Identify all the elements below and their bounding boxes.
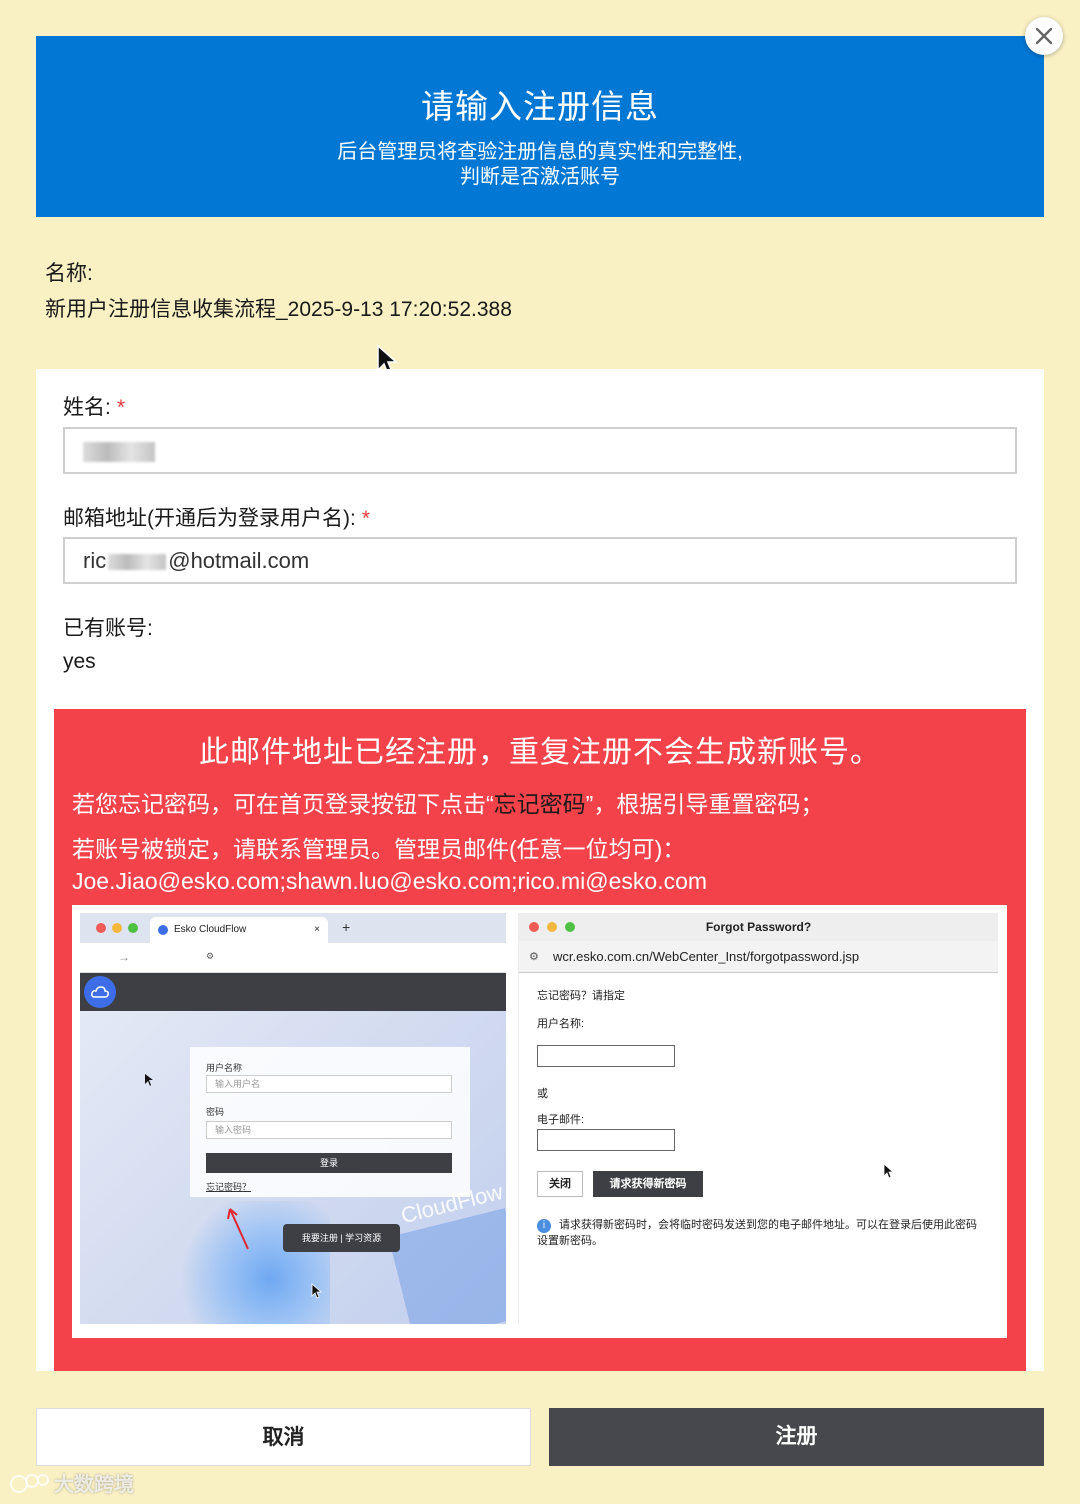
- login-password-label: 密码: [206, 1107, 225, 1117]
- fullname-label-text: 姓名:: [63, 396, 111, 419]
- window-min-dot: [547, 922, 557, 932]
- login-button: 登录: [206, 1153, 452, 1173]
- tab-title: Esko CloudFlow: [174, 924, 247, 935]
- register-resources-button: 我要注册 | 学习资源: [283, 1224, 400, 1252]
- process-meta: 名称: 新用户注册信息收集流程_2025-9-13 17:20:52.388: [45, 256, 512, 328]
- forgot-email-label: 电子邮件:: [537, 1114, 585, 1126]
- forgot-password-screenshot: Forgot Password? ⚙ wcr.esko.com.cn/WebCe…: [518, 913, 998, 1324]
- close-icon: [1035, 27, 1053, 45]
- forgot-prompt: 忘记密码？请指定: [537, 990, 625, 1002]
- forgot-password-link: 忘记密码？: [206, 1182, 252, 1192]
- email-label: 邮箱地址(开通后为登录用户名): *: [63, 502, 370, 532]
- required-mark: *: [361, 507, 371, 530]
- cloudflow-favicon-icon: [158, 925, 168, 935]
- cursor-icon: [883, 1163, 895, 1179]
- login-username-input: 输入用户名: [206, 1075, 452, 1093]
- tab-close-icon: ×: [314, 924, 320, 935]
- email-label-text: 邮箱地址(开通后为登录用户名):: [63, 507, 356, 530]
- warning-forgot-post: ”，根据引导重置密码；: [585, 791, 824, 817]
- watermark-logo-icon: [10, 1473, 49, 1493]
- popup-urlbar: ⚙ wcr.esko.com.cn/WebCenter_Inst/forgotp…: [519, 941, 998, 973]
- forgot-note-text: 请求获得新密码时，会将临时密码发送到您的电子邮件地址。可以在登录后使用此密码设置…: [537, 1219, 977, 1247]
- home-icon: ⌂: [174, 949, 182, 963]
- warning-locked-line: 若账号被锁定，请联系管理员。管理员邮件(任意一位均可)：: [72, 836, 686, 862]
- popup-titlebar: Forgot Password?: [519, 913, 998, 941]
- new-tab-icon: +: [342, 919, 351, 935]
- browser-tab: Esko CloudFlow ×: [150, 917, 328, 943]
- login-username-label: 用户名称: [206, 1063, 243, 1073]
- login-password-input: 输入密码: [206, 1121, 452, 1139]
- form-header: 请输入注册信息 后台管理员将查验注册信息的真实性和完整性, 判断是否激活账号: [36, 36, 1044, 217]
- watermark-text: 大数跨境: [54, 1474, 134, 1496]
- form-panel: 姓名: * 邮箱地址(开通后为登录用户名): * ric @hotmail.com 已…: [36, 369, 1044, 1371]
- browser-tabbar: Esko CloudFlow × +: [80, 913, 506, 943]
- window-max-dot: [128, 923, 138, 933]
- forgot-note: i 请求获得新密码时，会将临时密码发送到您的电子邮件地址。可以在登录后使用此密码设…: [537, 1217, 987, 1249]
- request-new-password-button: 请求获得新密码: [593, 1171, 703, 1197]
- browser-urlbar: ← → ↻ ⌂ ⚙ wcr.esko.com.cn/WebCenter_Inst…: [80, 943, 506, 973]
- cursor-icon: [311, 1283, 323, 1299]
- instruction-screenshot: Esko CloudFlow × + ← → ↻ ⌂ ⚙ wcr.esko.co…: [72, 905, 1007, 1338]
- login-content: CloudFlow 用户名称 输入用户名 密码 输入密码 登录 忘记密码？ 我要…: [80, 1011, 506, 1324]
- existing-account-label: 已有账号:: [63, 617, 153, 640]
- app-topbar: [80, 973, 506, 1011]
- forgot-username-input: [537, 1045, 675, 1067]
- form-title: 请输入注册信息: [421, 88, 659, 125]
- process-name-label: 名称:: [45, 262, 93, 285]
- redacted-name: [83, 442, 155, 463]
- cancel-button[interactable]: 取消: [36, 1408, 531, 1466]
- existing-account-value: yes: [63, 650, 96, 673]
- site-settings-icon: ⚙: [529, 951, 539, 963]
- forgot-email-input: [537, 1129, 675, 1151]
- duplicate-warning: 此邮件地址已经注册，重复注册不会生成新账号。 若您忘记密码，可在首页登录按钮下点…: [54, 709, 1026, 1371]
- back-icon: ←: [90, 950, 102, 964]
- redacted-email: [108, 554, 167, 571]
- forgot-url: wcr.esko.com.cn/WebCenter_Inst/forgotpas…: [553, 949, 860, 964]
- fullname-input[interactable]: [63, 427, 1017, 474]
- subtitle-line-2: 判断是否激活账号: [460, 166, 620, 188]
- register-button[interactable]: 注册: [549, 1408, 1044, 1466]
- login-url: wcr.esko.com.cn/WebCenter_Inst/login.jsp…: [228, 952, 422, 963]
- login-box: 用户名称 输入用户名 密码 输入密码 登录 忘记密码？: [190, 1047, 470, 1197]
- process-name-value: 新用户注册信息收集流程_2025-9-13 17:20:52.388: [45, 298, 512, 321]
- warning-forgot-line: 若您忘记密码，可在首页登录按钮下点击“忘记密码”，根据引导重置密码；: [72, 785, 1026, 819]
- decorative-crystal: [180, 1201, 330, 1324]
- red-arrow-icon: [227, 1208, 249, 1250]
- required-mark: *: [116, 396, 126, 419]
- subtitle-line-1: 后台管理员将查验注册信息的真实性和完整性,: [337, 141, 743, 163]
- window-close-dot: [96, 923, 106, 933]
- forward-icon: →: [118, 950, 130, 964]
- info-icon: i: [537, 1219, 551, 1233]
- form-subtitle: 后台管理员将查验注册信息的真实性和完整性, 判断是否激活账号: [36, 140, 1044, 190]
- popup-title: Forgot Password?: [705, 920, 812, 934]
- reload-icon: ↻: [146, 950, 157, 964]
- site-settings-icon: ⚙: [206, 951, 215, 961]
- window-max-dot: [565, 922, 575, 932]
- warning-headline: 此邮件地址已经注册，重复注册不会生成新账号。: [199, 736, 881, 769]
- warning-forgot-pre: 若您忘记密码，可在首页登录按钮下点击“: [72, 791, 494, 817]
- warning-admin-block: 若账号被锁定，请联系管理员。管理员邮件(任意一位均可)： Joe.Jiao@es…: [72, 833, 1026, 897]
- window-close-dot: [529, 922, 539, 932]
- admin-emails: Joe.Jiao@esko.com;shawn.luo@esko.com;ric…: [72, 868, 708, 894]
- warning-forgot-highlight: 忘记密码: [493, 791, 586, 817]
- watermark: 大数跨境: [10, 1468, 134, 1497]
- close-button[interactable]: [1025, 17, 1063, 55]
- fullname-label: 姓名: *: [63, 391, 125, 421]
- cloud-logo-icon: [84, 976, 116, 1008]
- cursor-icon: [145, 1074, 153, 1086]
- email-suffix: hotmail.com: [190, 548, 310, 573]
- email-prefix: ric: [83, 548, 107, 573]
- forgot-or-label: 或: [537, 1088, 548, 1100]
- login-page-screenshot: Esko CloudFlow × + ← → ↻ ⌂ ⚙ wcr.esko.co…: [80, 913, 506, 1324]
- forgot-close-button: 关闭: [537, 1171, 583, 1197]
- email-input[interactable]: ric @hotmail.com: [63, 537, 1017, 584]
- forgot-username-label: 用户名称:: [537, 1018, 585, 1030]
- window-min-dot: [112, 923, 122, 933]
